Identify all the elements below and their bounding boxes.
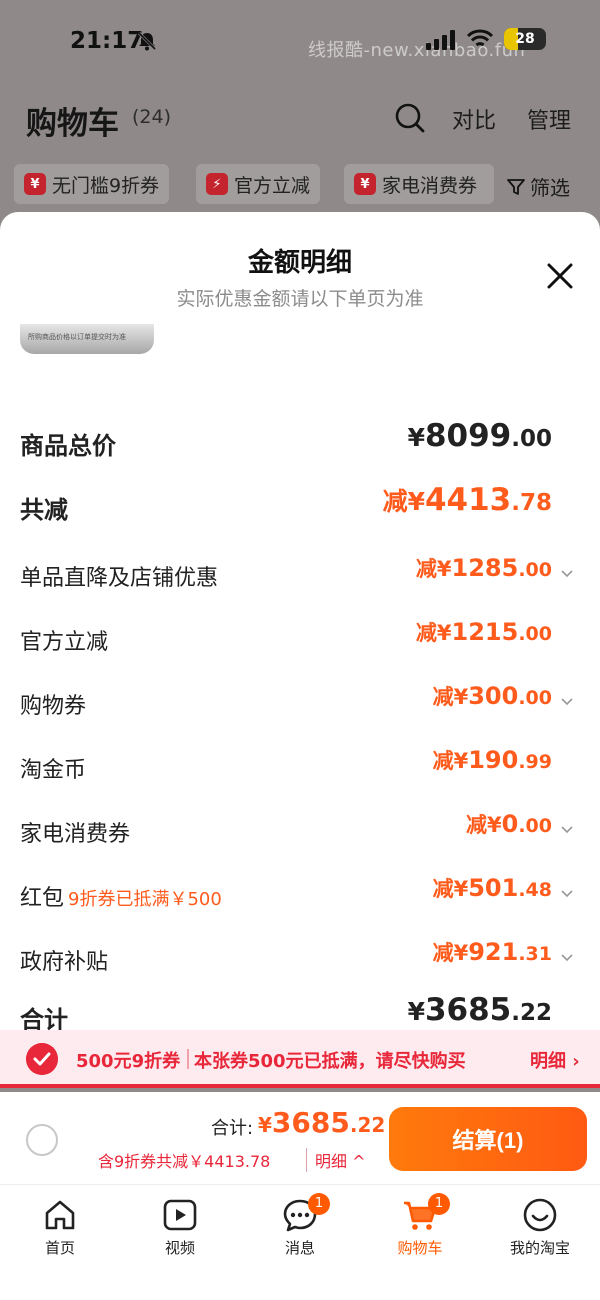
savings-text: 含9折券共减￥4413.78 — [98, 1152, 271, 1171]
row-label: 家电消费券 — [20, 822, 131, 847]
battery-indicator: 28 — [504, 28, 546, 50]
row-label: 官方立减 — [20, 630, 109, 655]
coupon-message: 本张券500元已抵满，请尽快购买 — [194, 1051, 466, 1072]
coupon-notice-banner: 500元9折券 本张券500元已抵满，请尽快购买 明细 › — [0, 1030, 600, 1088]
row-amount: 减¥190.99 — [432, 746, 552, 774]
cart-header: 购物车 (24) 对比 管理 — [0, 84, 600, 152]
compare-button[interactable]: 对比 — [452, 103, 496, 135]
row-label: 商品总价 — [20, 432, 116, 460]
sheet-subtitle: 实际优惠金额请以下单页为准 — [176, 288, 424, 310]
yen-coupon-icon: ¥ — [354, 173, 376, 195]
cart-badge: 1 — [428, 1193, 450, 1215]
filter-label: 筛选 — [530, 176, 570, 200]
checkout-button[interactable]: 结算(1) — [389, 1107, 587, 1171]
row-label: 淘金币 — [20, 758, 87, 783]
cart-count: (24) — [132, 106, 172, 128]
checkout-bar: 合计: ¥3685.22 含9折券共减￥4413.78 明细 ^ 结算(1) — [0, 1092, 600, 1184]
row-label: 红包 9折券已抵满￥500 — [20, 886, 222, 911]
row-appliance-voucher[interactable]: 家电消费券 减¥0.00 — [0, 806, 600, 856]
chip-label: 无门槛9折券 — [52, 174, 160, 197]
row-amount: 减¥501.48 — [432, 874, 552, 902]
row-shopping-voucher[interactable]: 购物券 减¥300.00 — [0, 678, 600, 728]
profile-icon — [523, 1198, 557, 1232]
divider — [187, 1049, 189, 1069]
chevron-down-icon[interactable] — [560, 566, 574, 580]
manage-button[interactable]: 管理 — [527, 103, 571, 135]
coupon-chip-appliance[interactable]: ¥ 家电消费券 — [344, 164, 494, 204]
yen-coupon-icon: ¥ — [24, 173, 46, 195]
tab-messages[interactable]: 1 消息 — [250, 1193, 350, 1265]
savings-detail-toggle[interactable]: 明细 ^ — [306, 1148, 366, 1172]
signal-icon — [426, 30, 455, 50]
chip-label: 家电消费券 — [382, 174, 478, 197]
row-amount: 减¥1215.00 — [415, 618, 552, 646]
chevron-down-icon[interactable] — [560, 694, 574, 708]
row-label: 购物券 — [20, 694, 87, 719]
row-amount: 减¥0.00 — [466, 810, 552, 838]
search-icon[interactable] — [394, 102, 426, 134]
product-thumbnail: 所购商品价格以订单提交时为准 — [20, 324, 154, 354]
chevron-down-icon[interactable] — [560, 886, 574, 900]
tab-home[interactable]: 首页 — [10, 1193, 110, 1265]
page-title: 购物车 — [26, 106, 119, 142]
row-amount: 减¥4413.78 — [382, 482, 552, 518]
home-icon — [45, 1200, 75, 1230]
row-total-discount: 共减 减¥4413.78 — [0, 480, 600, 530]
row-label: 共减 — [20, 496, 68, 524]
tab-my-taobao[interactable]: 我的淘宝 — [490, 1193, 590, 1265]
row-taojinbi: 淘金币 减¥190.99 — [0, 742, 600, 792]
select-all-checkbox[interactable] — [26, 1124, 58, 1156]
coupon-filter-strip: ¥ 无门槛9折券 ⚡ 官方立减 ¥ 家电消费券 筛选 — [0, 152, 600, 216]
filter-icon — [507, 178, 525, 195]
row-label: 单品直降及店铺优惠 — [20, 566, 219, 591]
red-packet-note: 9折券已抵满￥500 — [68, 889, 222, 910]
row-gov-subsidy[interactable]: 政府补贴 减¥921.31 — [0, 934, 600, 984]
row-official-discount: 官方立减 减¥1215.00 — [0, 614, 600, 664]
row-amount: 减¥921.31 — [432, 938, 552, 966]
amount-detail-sheet: 金额明细 实际优惠金额请以下单页为准 所购商品价格以订单提交时为准 商品总价 ¥… — [0, 212, 600, 1088]
coupon-name: 500元9折券 — [76, 1051, 181, 1072]
coupon-chip-discount[interactable]: ¥ 无门槛9折券 — [14, 164, 170, 204]
sheet-title: 金额明细 — [247, 248, 352, 278]
wifi-icon — [466, 29, 494, 47]
row-amount: ¥8099.00 — [407, 418, 552, 454]
close-icon[interactable] — [542, 258, 578, 294]
row-amount: 减¥300.00 — [432, 682, 552, 710]
row-label: 政府补贴 — [20, 950, 109, 975]
row-goods-total: 商品总价 ¥8099.00 — [0, 416, 600, 466]
thumbnail-text: 所购商品价格以订单提交时为准 — [28, 333, 126, 341]
status-time: 21:17 — [70, 28, 144, 54]
tab-video[interactable]: 视频 — [130, 1193, 230, 1265]
tab-cart[interactable]: 1 购物车 — [370, 1193, 470, 1265]
status-bar: 21:17 线报酷-new.xianbao.fun 28 — [0, 0, 600, 84]
row-amount: 减¥1285.00 — [415, 554, 552, 582]
total-label: 合计: — [211, 1118, 254, 1139]
row-red-packet[interactable]: 红包 9折券已抵满￥500 减¥501.48 — [0, 870, 600, 920]
chip-label: 官方立减 — [234, 174, 311, 197]
video-icon — [163, 1199, 197, 1231]
chevron-down-icon[interactable] — [560, 822, 574, 836]
bottom-tab-bar: 首页 视频 1 消息 1 购物车 我的淘宝 — [0, 1184, 600, 1300]
coupon-detail-link[interactable]: 明细 › — [530, 1047, 580, 1073]
chevron-down-icon[interactable] — [560, 950, 574, 964]
coupon-chip-official[interactable]: ⚡ 官方立减 — [196, 164, 321, 204]
lightning-icon: ⚡ — [206, 173, 228, 195]
row-store-discount[interactable]: 单品直降及店铺优惠 减¥1285.00 — [0, 550, 600, 600]
row-amount: ¥3685.22 — [407, 992, 552, 1028]
bell-muted-icon — [137, 31, 157, 51]
filter-button[interactable]: 筛选 — [506, 172, 570, 201]
message-badge: 1 — [308, 1193, 330, 1215]
check-circle-icon[interactable] — [26, 1043, 58, 1075]
total-amount: ¥3685.22 — [258, 1106, 386, 1139]
